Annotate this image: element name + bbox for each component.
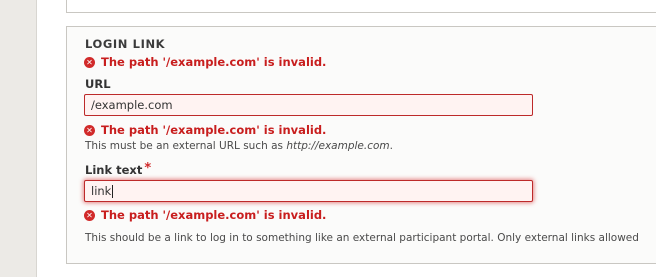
url-description-prefix: This must be an external URL such as: [85, 140, 287, 152]
link-text-error-message: ✕ The path '/example.com' is invalid.: [84, 208, 326, 222]
previous-fieldset-bottom: [66, 0, 656, 13]
login-link-fieldset: LOGIN LINK ✕ The path '/example.com' is …: [66, 26, 656, 264]
text-caret: [112, 185, 114, 198]
url-input[interactable]: /example.com: [84, 94, 533, 116]
error-icon: ✕: [84, 56, 95, 68]
required-marker: *: [144, 161, 152, 176]
url-error-message: ✕ The path '/example.com' is invalid.: [84, 123, 326, 137]
link-text-input-value: link: [91, 184, 112, 198]
link-text-description: This should be a link to log in to somet…: [85, 232, 639, 244]
url-input-value: /example.com: [91, 98, 173, 112]
url-description-example: http://example.com: [286, 140, 390, 152]
group-error-message: ✕ The path '/example.com' is invalid.: [84, 55, 326, 69]
url-label: URL: [85, 77, 111, 91]
link-text-label-row: Link text *: [85, 161, 152, 178]
url-description-suffix: .: [389, 140, 393, 152]
link-text-label: Link text: [85, 163, 143, 177]
link-text-error-text: The path '/example.com' is invalid.: [101, 208, 327, 222]
link-text-input[interactable]: link: [84, 180, 533, 202]
left-gutter: [0, 0, 37, 277]
url-error-text: The path '/example.com' is invalid.: [101, 123, 327, 137]
error-icon: ✕: [84, 124, 95, 136]
fieldset-legend: LOGIN LINK: [85, 37, 166, 51]
error-icon: ✕: [84, 209, 95, 221]
group-error-text: The path '/example.com' is invalid.: [101, 55, 327, 69]
url-description: This must be an external URL such as htt…: [85, 140, 393, 152]
